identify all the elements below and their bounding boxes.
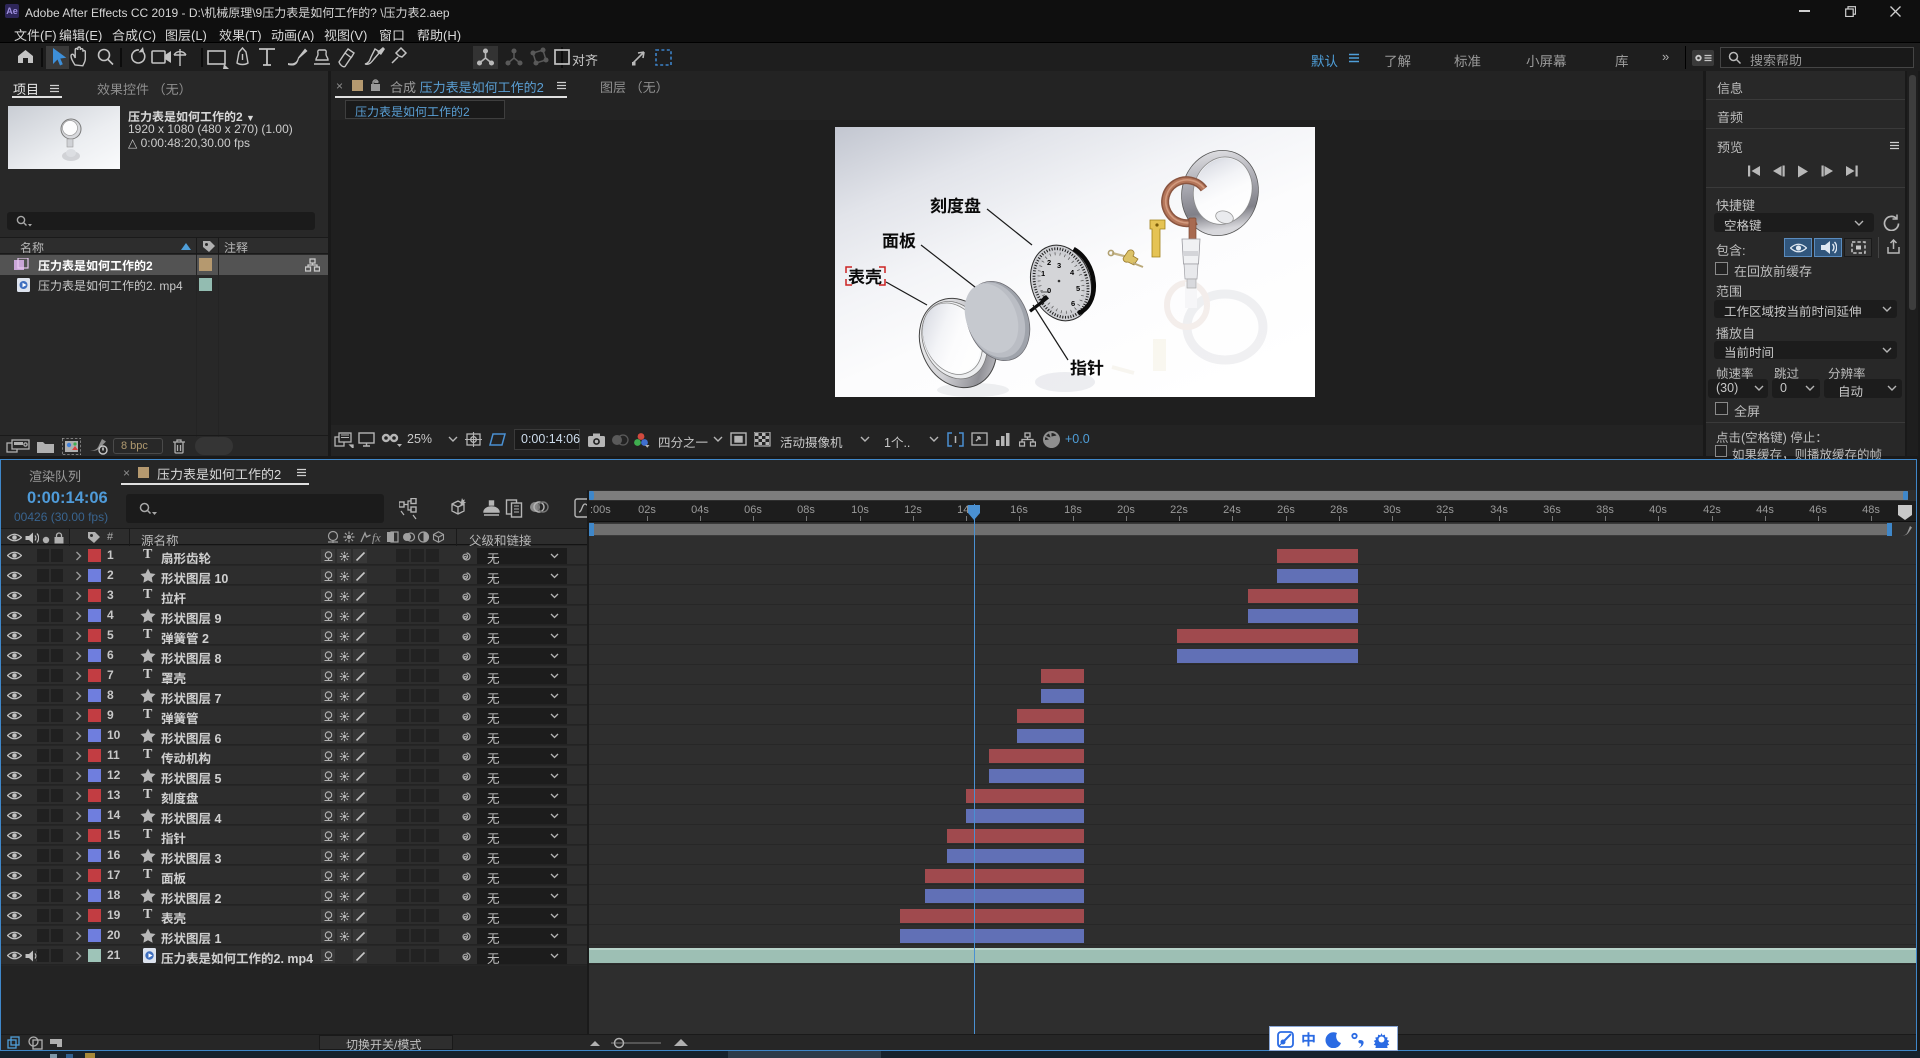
svg-text:2: 2	[1047, 258, 1051, 267]
svg-text:5: 5	[1076, 284, 1080, 293]
svg-text:3: 3	[1057, 261, 1061, 270]
svg-text:表壳: 表壳	[848, 268, 882, 287]
svg-text:6: 6	[1071, 299, 1075, 308]
svg-text:0: 0	[1047, 286, 1051, 295]
svg-text:1: 1	[1041, 269, 1045, 278]
svg-text:指针: 指针	[1070, 359, 1104, 378]
svg-text:刻度盘: 刻度盘	[930, 197, 981, 216]
svg-text:fx: fx	[372, 531, 381, 545]
svg-text:面板: 面板	[882, 232, 916, 251]
